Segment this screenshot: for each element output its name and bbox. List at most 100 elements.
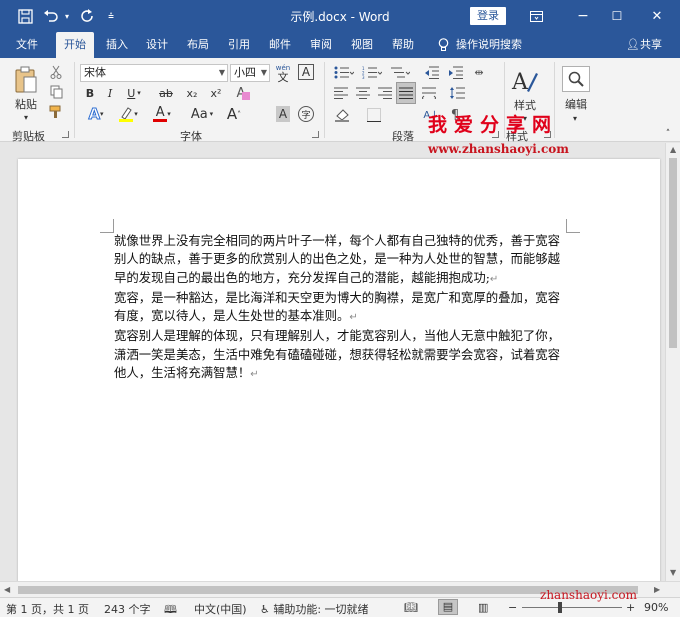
distributed-align-icon[interactable] [420,84,438,102]
zoom-slider[interactable] [522,602,622,613]
editing-dropdown-icon[interactable]: ▾ [570,114,580,123]
page-count[interactable]: 第 1 页，共 1 页 [6,601,89,617]
arrow-up-icon: ˄ [237,109,242,119]
chevron-down-icon: ▾ [134,110,138,118]
bold-button[interactable]: B [82,84,98,102]
collapse-ribbon-icon[interactable]: ˄ [662,128,674,140]
maximize-button[interactable]: ☐ [602,0,632,32]
minimize-button[interactable]: − [568,0,598,32]
tab-view[interactable]: 视图 [345,32,379,58]
web-layout-icon[interactable]: ▥ [478,601,488,614]
italic-button[interactable]: I [102,84,118,102]
watermark-logo-text: 我爱分享网 [428,114,559,136]
clipboard-icon [15,66,37,93]
chevron-down-icon: ▼ [218,68,225,77]
tab-home[interactable]: 开始 [56,32,94,58]
numbering-icon[interactable]: 123 [360,64,384,80]
ribbon: 粘贴 ▾ 剪贴板 宋体 ▼ 小四 ▼ wén 文 A B I U ▾ ab x₂ x²… [0,58,680,143]
close-button[interactable]: ✕ [642,0,672,32]
tab-file[interactable]: 文件 [10,32,44,58]
tab-review[interactable]: 审阅 [304,32,338,58]
align-right-icon[interactable] [376,84,394,102]
font-color-button[interactable]: A ▾ [148,104,176,124]
paste-dropdown-icon[interactable]: ▾ [20,112,32,122]
change-case-button[interactable]: Aa ▾ [186,104,218,124]
paragraph: 宽容别人是理解的体现，只有理解别人，才能宽容别人，当他人无意中触犯了你，潇洒一笑… [114,328,561,381]
document-body[interactable]: 就像世界上没有完全相同的两片叶子一样，每个人都有自己独特的优秀，善于宽容别人的缺… [114,232,568,384]
font-size-combo[interactable]: 小四 ▼ [230,64,270,82]
tab-references[interactable]: 引用 [222,32,256,58]
font-group-label: 字体 [180,130,202,143]
margin-corner-top-right [566,219,580,233]
editing-button[interactable]: 编辑 [560,62,592,116]
watermark-url: www.zhanshaoyi.com [428,142,569,156]
text-effects-button[interactable]: A ▾ [82,104,110,124]
scroll-right-arrow-icon[interactable]: ▶ [654,585,660,594]
line-spacing-icon[interactable] [446,84,470,102]
underline-button[interactable]: U ▾ [122,84,146,102]
word-count[interactable]: 243 个字 [104,601,151,617]
cut-icon[interactable] [48,64,64,80]
tab-layout[interactable]: 布局 [181,32,215,58]
scroll-left-arrow-icon[interactable]: ◀ [4,585,10,594]
sign-in-button[interactable]: 登录 [470,7,506,25]
clipboard-dialog-launcher-icon[interactable] [62,131,69,138]
highlight-button[interactable]: ▾ [114,104,142,124]
zoom-level[interactable]: 90% [644,601,668,614]
margin-corner-top-left [100,219,114,233]
undo-dropdown-icon[interactable]: ▾ [62,0,72,32]
ribbon-display-options-icon[interactable] [522,0,550,32]
proofing-icon[interactable]: 🕮︎ [164,601,177,617]
enclose-characters-button[interactable]: 字 [298,106,314,122]
increase-indent-icon[interactable] [446,64,464,80]
decrease-indent-icon[interactable] [422,64,440,80]
person-icon: 👤︎ [626,38,640,51]
share-button[interactable]: 👤︎共享 [620,32,668,58]
accessibility-status[interactable]: ♿︎ 辅助功能: 一切就绪 [260,601,369,617]
save-icon[interactable] [14,0,36,32]
scroll-up-arrow-icon[interactable]: ▲ [670,145,676,154]
tab-design[interactable]: 设计 [140,32,174,58]
strikethrough-button[interactable]: ab [156,84,176,102]
copy-icon[interactable] [48,84,64,100]
format-painter-icon[interactable] [48,104,64,120]
shading-icon[interactable] [332,106,356,124]
styles-icon: A [511,70,538,95]
zoom-out-button[interactable]: − [508,601,517,614]
undo-icon[interactable] [40,0,62,32]
paste-button[interactable]: 粘贴 [10,64,42,114]
char-border-icon[interactable]: A [298,64,314,80]
customize-qat-icon[interactable]: ⩮ [104,0,118,32]
tab-insert[interactable]: 插入 [100,32,134,58]
align-center-icon[interactable] [354,84,372,102]
align-left-icon[interactable] [332,84,350,102]
superscript-button[interactable]: x² [206,84,226,102]
eraser-icon [242,92,250,100]
vertical-scroll-thumb[interactable] [669,158,677,348]
scroll-down-arrow-icon[interactable]: ▼ [670,568,676,577]
lightbulb-icon [436,32,450,58]
chinese-layout-icon[interactable]: ⇹ [470,64,488,80]
grow-font-button[interactable]: A ˄ [222,104,246,124]
bullets-icon[interactable] [332,64,356,80]
zoom-slider-handle[interactable] [558,602,562,613]
zoom-in-button[interactable]: + [626,601,635,614]
vertical-scrollbar[interactable]: ▲ ▼ [665,143,680,581]
language-indicator[interactable]: 中文(中国) [194,601,247,617]
borders-icon[interactable] [362,106,386,124]
tab-mailings[interactable]: 邮件 [263,32,297,58]
print-layout-icon[interactable]: ▤ [438,599,458,615]
redo-icon[interactable] [76,0,98,32]
char-shading-button[interactable]: A [276,106,290,122]
font-name-combo[interactable]: 宋体 ▼ [80,64,228,82]
chevron-down-icon: ▾ [167,110,171,118]
font-dialog-launcher-icon[interactable] [312,131,319,138]
justify-icon[interactable] [396,82,416,104]
multilevel-list-icon[interactable] [388,64,412,80]
tell-me-search[interactable]: 操作说明搜索 [456,32,532,58]
subscript-button[interactable]: x₂ [182,84,202,102]
phonetic-guide-icon[interactable]: wén 文 [274,61,292,85]
read-mode-icon[interactable]: 📖︎ [404,601,418,614]
styles-button[interactable]: A 样式 [508,64,542,116]
tab-help[interactable]: 帮助 [386,32,420,58]
